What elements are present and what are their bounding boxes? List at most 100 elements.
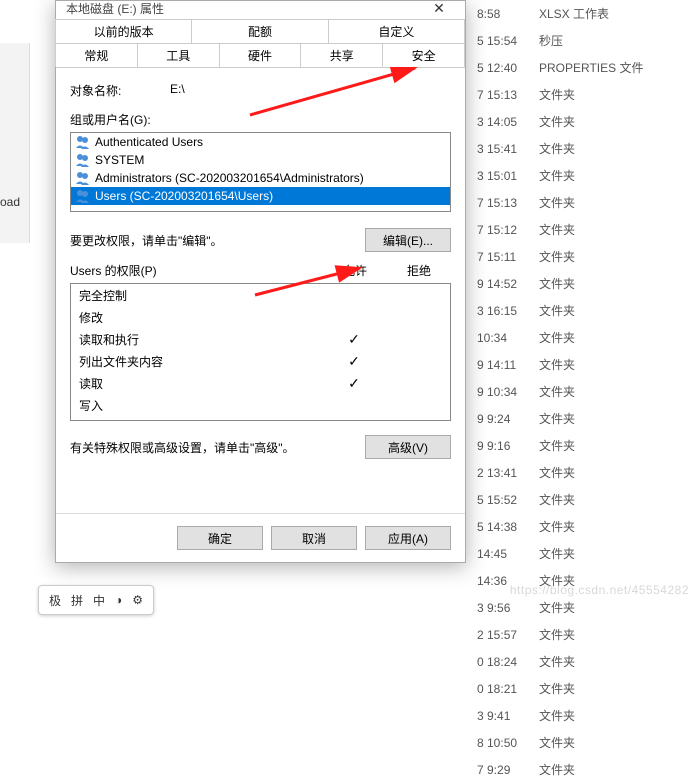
tab-工具[interactable]: 工具 bbox=[137, 43, 220, 67]
permission-row: 读取✓ bbox=[71, 372, 450, 394]
file-row[interactable]: 9 14:11文件夹 bbox=[459, 351, 689, 378]
user-list[interactable]: Authenticated Users SYSTEM Administrators … bbox=[70, 132, 451, 212]
file-time: 2 15:57 bbox=[459, 628, 539, 642]
file-type: 文件夹 bbox=[539, 383, 689, 400]
file-time: 3 16:15 bbox=[459, 304, 539, 318]
file-row[interactable]: 0 18:21文件夹 bbox=[459, 675, 689, 702]
user-row[interactable]: Authenticated Users bbox=[71, 133, 450, 151]
file-row[interactable]: 14:45文件夹 bbox=[459, 540, 689, 567]
file-time: 7 9:29 bbox=[459, 763, 539, 777]
file-row[interactable]: 8:58XLSX 工作表 bbox=[459, 0, 689, 27]
advanced-button[interactable]: 高级(V) bbox=[365, 435, 451, 459]
file-row[interactable]: 9 9:16文件夹 bbox=[459, 432, 689, 459]
file-row[interactable]: 8 10:50文件夹 bbox=[459, 729, 689, 756]
file-time: 7 15:13 bbox=[459, 196, 539, 210]
file-type: 文件夹 bbox=[539, 707, 689, 724]
file-time: 7 15:11 bbox=[459, 250, 539, 264]
cancel-button[interactable]: 取消 bbox=[271, 526, 357, 550]
file-time: 3 9:56 bbox=[459, 601, 539, 615]
file-row[interactable]: 7 15:12文件夹 bbox=[459, 216, 689, 243]
file-row[interactable]: 3 9:56文件夹 bbox=[459, 594, 689, 621]
file-type: 文件夹 bbox=[539, 302, 689, 319]
file-type: 文件夹 bbox=[539, 329, 689, 346]
file-type: PROPERTIES 文件 bbox=[539, 59, 689, 76]
file-row[interactable]: 3 9:41文件夹 bbox=[459, 702, 689, 729]
file-time: 0 18:24 bbox=[459, 655, 539, 669]
file-time: 7 15:12 bbox=[459, 223, 539, 237]
tab-自定义[interactable]: 自定义 bbox=[328, 19, 465, 43]
advanced-hint: 有关特殊权限或高级设置，请单击"高级"。 bbox=[70, 439, 365, 456]
file-row[interactable]: 7 9:29文件夹 bbox=[459, 756, 689, 783]
file-row[interactable]: 3 15:01文件夹 bbox=[459, 162, 689, 189]
file-time: 3 14:05 bbox=[459, 115, 539, 129]
file-type: 文件夹 bbox=[539, 626, 689, 643]
file-row[interactable]: 5 12:40PROPERTIES 文件 bbox=[459, 54, 689, 81]
file-row[interactable]: 3 14:05文件夹 bbox=[459, 108, 689, 135]
file-type: 文件夹 bbox=[539, 734, 689, 751]
tab-硬件[interactable]: 硬件 bbox=[219, 43, 302, 67]
file-type: 文件夹 bbox=[539, 113, 689, 130]
user-name: Administrators (SC-202003201654\Administ… bbox=[95, 171, 364, 185]
file-type: 文件夹 bbox=[539, 86, 689, 103]
file-time: 9 9:16 bbox=[459, 439, 539, 453]
file-row[interactable]: 7 15:13文件夹 bbox=[459, 189, 689, 216]
ime-mode[interactable]: 中 bbox=[93, 592, 105, 609]
perm-name: 读取和执行 bbox=[79, 331, 322, 348]
file-time: 5 14:38 bbox=[459, 520, 539, 534]
ok-button[interactable]: 确定 bbox=[177, 526, 263, 550]
file-row[interactable]: 2 15:57文件夹 bbox=[459, 621, 689, 648]
tab-配额[interactable]: 配额 bbox=[191, 19, 328, 43]
file-type: 文件夹 bbox=[539, 275, 689, 292]
file-row[interactable]: 5 14:38文件夹 bbox=[459, 513, 689, 540]
tab-共享[interactable]: 共享 bbox=[300, 43, 383, 67]
file-row[interactable]: 2 13:41文件夹 bbox=[459, 459, 689, 486]
tab-以前的版本[interactable]: 以前的版本 bbox=[55, 19, 192, 43]
close-button[interactable]: ✕ bbox=[419, 0, 459, 17]
file-time: 5 15:52 bbox=[459, 493, 539, 507]
properties-dialog: 本地磁盘 (E:) 属性 ✕ 以前的版本配额自定义 常规工具硬件共享安全 对象名… bbox=[55, 0, 466, 563]
ime-gear-icon[interactable]: ⚙ bbox=[132, 593, 143, 607]
perm-allow-check: ✓ bbox=[322, 353, 386, 370]
user-row[interactable]: Administrators (SC-202003201654\Administ… bbox=[71, 169, 450, 187]
apply-button[interactable]: 应用(A) bbox=[365, 526, 451, 550]
file-row[interactable]: 7 15:13文件夹 bbox=[459, 81, 689, 108]
titlebar[interactable]: 本地磁盘 (E:) 属性 ✕ bbox=[56, 1, 465, 19]
file-row[interactable]: 3 15:41文件夹 bbox=[459, 135, 689, 162]
ime-mode[interactable]: 拼 bbox=[71, 592, 83, 609]
file-row[interactable]: 7 15:11文件夹 bbox=[459, 243, 689, 270]
file-row[interactable]: 5 15:54秒压 bbox=[459, 27, 689, 54]
file-row[interactable]: 10:34文件夹 bbox=[459, 324, 689, 351]
permission-row: 写入 bbox=[71, 394, 450, 416]
file-row[interactable]: 5 15:52文件夹 bbox=[459, 486, 689, 513]
file-time: 3 15:41 bbox=[459, 142, 539, 156]
perm-label: Users 的权限(P) bbox=[70, 262, 323, 279]
tab-strip: 以前的版本配额自定义 常规工具硬件共享安全 bbox=[56, 19, 465, 68]
permission-row: 修改 bbox=[71, 306, 450, 328]
file-row[interactable]: 3 16:15文件夹 bbox=[459, 297, 689, 324]
tab-常规[interactable]: 常规 bbox=[55, 43, 138, 67]
file-type: 文件夹 bbox=[539, 140, 689, 157]
tab-安全[interactable]: 安全 bbox=[382, 43, 465, 67]
file-row[interactable]: 9 10:34文件夹 bbox=[459, 378, 689, 405]
security-panel: 对象名称: E:\ 组或用户名(G): Authenticated UsersS… bbox=[56, 68, 465, 473]
perm-allow-check: ✓ bbox=[322, 331, 386, 348]
object-label: 对象名称: bbox=[70, 82, 170, 99]
ime-moon-icon[interactable]: ◑ bbox=[115, 593, 122, 607]
user-name: Users (SC-202003201654\Users) bbox=[95, 189, 273, 203]
file-type: 文件夹 bbox=[539, 599, 689, 616]
perm-name: 写入 bbox=[79, 397, 322, 414]
file-row[interactable]: 9 9:24文件夹 bbox=[459, 405, 689, 432]
user-row[interactable]: SYSTEM bbox=[71, 151, 450, 169]
permissions-list[interactable]: 完全控制修改读取和执行✓列出文件夹内容✓读取✓写入 bbox=[70, 283, 451, 421]
perm-name: 列出文件夹内容 bbox=[79, 353, 322, 370]
file-row[interactable]: 0 18:24文件夹 bbox=[459, 648, 689, 675]
ime-mode[interactable]: 极 bbox=[49, 592, 61, 609]
perm-allow-header: 允许 bbox=[323, 262, 387, 279]
user-name: Authenticated Users bbox=[95, 135, 203, 149]
file-row[interactable]: 9 14:52文件夹 bbox=[459, 270, 689, 297]
ime-toolbar[interactable]: 极拼中 ◑ ⚙ bbox=[38, 585, 154, 615]
edit-button[interactable]: 编辑(E)... bbox=[365, 228, 451, 252]
user-row[interactable]: Users (SC-202003201654\Users) bbox=[71, 187, 450, 205]
watermark: https://blog.csdn.net/45554282 bbox=[510, 583, 689, 597]
file-time: 3 15:01 bbox=[459, 169, 539, 183]
